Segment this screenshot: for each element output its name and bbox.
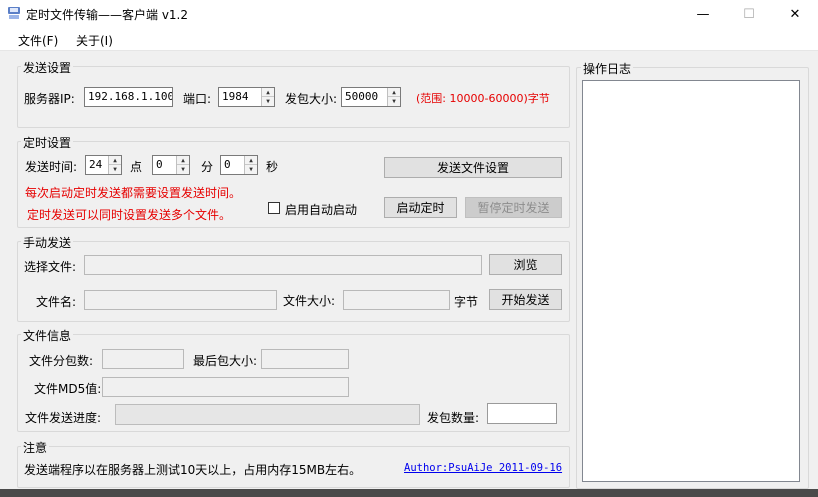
send-progress-bar <box>115 404 420 425</box>
second-unit: 秒 <box>266 160 279 174</box>
port-spinner[interactable]: 1984 ▲ ▼ <box>218 87 275 107</box>
minute-spinner[interactable]: 0 ▲ ▼ <box>152 155 190 175</box>
packet-size-label: 发包大小: <box>285 92 338 106</box>
last-packet-field <box>261 349 349 369</box>
file-path-input[interactable] <box>84 255 482 275</box>
server-ip-input[interactable]: 192.168.1.100 <box>84 87 173 107</box>
timer-settings-title: 定时设置 <box>21 134 74 151</box>
packet-count-field <box>102 349 184 369</box>
port-value: 1984 <box>222 90 249 103</box>
close-icon: ✕ <box>789 6 801 22</box>
spin-down-icon[interactable]: ▼ <box>262 97 274 106</box>
file-size-unit: 字节 <box>454 295 479 309</box>
timer-note-line2: 定时发送可以同时设置发送多个文件。 <box>27 208 232 222</box>
last-packet-label: 最后包大小: <box>193 354 258 368</box>
packet-size-spinner[interactable]: 50000 ▲ ▼ <box>341 87 401 107</box>
menu-file[interactable]: 文件(F) <box>18 32 58 49</box>
file-size-label: 文件大小: <box>283 294 336 308</box>
file-size-field <box>343 290 450 310</box>
spin-down-icon[interactable]: ▼ <box>177 165 189 174</box>
close-button[interactable]: ✕ <box>772 0 818 28</box>
sent-count-field[interactable] <box>487 403 557 424</box>
author-link[interactable]: Author:PsuAiJe 2011-09-16 <box>404 462 562 474</box>
sent-count-label: 发包数量: <box>427 411 480 425</box>
send-file-settings-button[interactable]: 发送文件设置 <box>384 157 562 178</box>
start-timer-button[interactable]: 启动定时 <box>384 197 457 218</box>
spin-down-icon[interactable]: ▼ <box>388 97 400 106</box>
progress-label: 文件发送进度: <box>25 411 102 425</box>
packet-size-value: 50000 <box>345 90 379 103</box>
spin-up-icon[interactable]: ▲ <box>262 88 274 97</box>
minute-value: 0 <box>156 158 163 171</box>
select-file-label: 选择文件: <box>24 260 77 274</box>
spin-up-icon[interactable]: ▲ <box>388 88 400 97</box>
server-ip-label: 服务器IP: <box>24 92 75 106</box>
spin-up-icon[interactable]: ▲ <box>177 156 189 165</box>
maximize-icon: ☐ <box>743 6 755 22</box>
file-info-title: 文件信息 <box>21 327 74 344</box>
hour-value: 24 <box>89 158 103 171</box>
timer-note-line1: 每次启动定时发送都需要设置发送时间。 <box>25 186 242 200</box>
desktop-background-strip <box>0 489 818 497</box>
start-send-button[interactable]: 开始发送 <box>489 289 562 310</box>
spin-down-icon[interactable]: ▼ <box>109 165 121 174</box>
menu-about[interactable]: 关于(I) <box>76 32 113 49</box>
file-name-label: 文件名: <box>36 295 77 309</box>
port-label: 端口: <box>183 92 212 106</box>
file-name-field <box>84 290 277 310</box>
auto-start-label: 启用自动启动 <box>285 203 358 217</box>
packet-range-hint: (范围: 10000-60000)字节 <box>416 92 550 105</box>
minimize-icon: — <box>696 6 710 22</box>
operation-log-textarea[interactable] <box>582 80 800 482</box>
window-title: 定时文件传输——客户端 v1.2 <box>26 8 189 22</box>
hour-spinner[interactable]: 24 ▲ ▼ <box>85 155 122 175</box>
second-spinner[interactable]: 0 ▲ ▼ <box>220 155 258 175</box>
app-icon <box>8 7 20 19</box>
manual-send-title: 手动发送 <box>21 234 74 251</box>
maximize-button[interactable]: ☐ <box>726 0 772 28</box>
hour-unit: 点 <box>130 160 143 174</box>
browse-button[interactable]: 浏览 <box>489 254 562 275</box>
second-value: 0 <box>224 158 231 171</box>
pause-timer-button[interactable]: 暂停定时发送 <box>465 197 562 218</box>
log-title: 操作日志 <box>581 60 634 77</box>
send-time-label: 发送时间: <box>25 160 78 174</box>
notice-title: 注意 <box>21 439 50 456</box>
md5-field <box>102 377 349 397</box>
send-settings-title: 发送设置 <box>21 59 74 76</box>
spin-up-icon[interactable]: ▲ <box>109 156 121 165</box>
spin-down-icon[interactable]: ▼ <box>245 165 257 174</box>
minimize-button[interactable]: — <box>680 0 726 28</box>
minute-unit: 分 <box>201 160 214 174</box>
spin-up-icon[interactable]: ▲ <box>245 156 257 165</box>
menu-bar <box>0 28 818 51</box>
auto-start-checkbox[interactable] <box>268 202 280 214</box>
notice-text: 发送端程序以在服务器上测试10天以上，占用内存15MB左右。 <box>24 463 362 477</box>
md5-label: 文件MD5值: <box>34 382 102 396</box>
packet-count-label: 文件分包数: <box>29 354 94 368</box>
